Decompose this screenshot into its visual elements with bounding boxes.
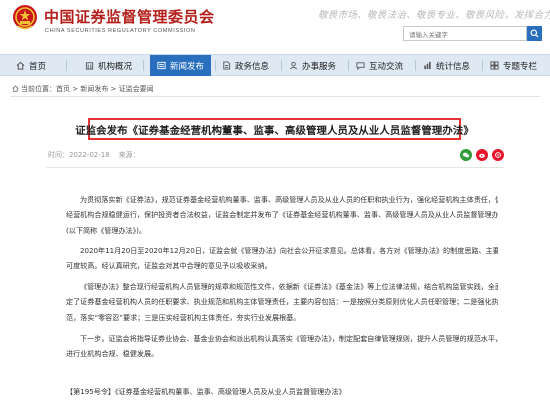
- article-date-text: 时间：2022-02-18: [48, 151, 110, 159]
- paragraph-line: 可度较高。经认真研究，证监会对其中合理的意见予以吸收采纳。: [66, 261, 272, 271]
- nav-label: 机构概况: [98, 61, 133, 72]
- divider: [46, 167, 504, 168]
- breadcrumb-path[interactable]: 首页 > 新闻发布 > 证监会要闻: [56, 85, 154, 93]
- article-paragraph: 下一步，证监会将指导证券业协会、基金业协会和派出机构认真落实《管理办法》，制定配…: [66, 331, 498, 362]
- home-icon: [16, 61, 25, 70]
- nav-item-government-info[interactable]: 政务信息: [222, 55, 269, 76]
- nav-label: 专题专栏: [503, 61, 538, 72]
- paragraph-line: 2020年11月20日至2020年12月20日，证监会就《管理办法》向社会公开征…: [80, 246, 498, 255]
- article-title: 证监会发布《证券基金经营机构董事、监事、高级管理人员及从业人员监督管理办法》: [75, 124, 474, 137]
- paragraph-line: (以下简称《管理办法》)。: [66, 225, 147, 235]
- nav-label: 互动交流: [369, 61, 404, 72]
- chat-icon: [356, 61, 365, 70]
- site-header: 中国证券监督管理委员会 CHINA SECURITIES REGULATORY …: [0, 0, 550, 54]
- main-nav: 首页 机构概况 新闻发布 政务信息 办事服务 互动交流 统计信息 专题专栏: [0, 54, 550, 76]
- breadcrumb-label: 当前位置：: [21, 85, 56, 93]
- nav-label: 办事服务: [302, 61, 337, 72]
- article-paragraph: 《管理办法》整合现行经营机构人员管理的规章和规范性文件，依据新《证券法》《基金法…: [66, 279, 498, 325]
- site-title[interactable]: 中国证券监督管理委员会: [44, 6, 215, 27]
- document-icon: [222, 61, 231, 70]
- wechat-share-icon[interactable]: [460, 149, 472, 161]
- search-input[interactable]: [403, 26, 527, 41]
- site-subtitle: CHINA SECURITIES REGULATORY COMMISSION: [45, 28, 196, 34]
- site-slogan: 敬畏市场、敬畏法治、敬畏专业、敬畏风险，发挥合力: [318, 10, 550, 21]
- article-title-box: 证监会发布《证券基金经营机构董事、监事、高级管理人员及从业人员监督管理办法》: [75, 118, 474, 140]
- nav-label: 政务信息: [235, 61, 270, 72]
- nav-label: 统计信息: [436, 61, 471, 72]
- national-emblem-icon[interactable]: [12, 4, 38, 32]
- decree-link[interactable]: 【第195号令】《证券基金经营机构董事、监事、高级管理人员及从业人员监督管理办法…: [66, 387, 346, 397]
- nav-item-statistics[interactable]: 统计信息: [423, 55, 470, 76]
- nav-item-services[interactable]: 办事服务: [289, 55, 336, 76]
- article-paragraph: 为贯彻落实新《证券法》，规范证券基金经营机构董事、监事、高级管理人员及从业人员的…: [66, 192, 498, 238]
- nav-item-institution[interactable]: 机构概况: [85, 55, 132, 76]
- paragraph-line: 为贯彻落实新《证券法》，规范证券基金经营机构董事、监事、高级管理人员及从业人员的…: [80, 195, 498, 204]
- nav-item-interaction[interactable]: 互动交流: [356, 55, 403, 76]
- topic-icon: [490, 61, 499, 70]
- news-icon: [157, 61, 166, 70]
- article-paragraph: 2020年11月20日至2020年12月20日，证监会就《管理办法》向社会公开征…: [66, 243, 498, 274]
- article-source: 来源：: [118, 151, 140, 159]
- search-icon: [530, 29, 539, 38]
- paragraph-line: 进行业机构合规、稳健发展。: [66, 349, 159, 359]
- stats-icon: [423, 61, 432, 70]
- location-icon: [12, 85, 19, 92]
- paragraph-line: 定了证券基金经营机构人员的任职要求、执业规范和机构主体管理责任，主要内容包括：一…: [66, 297, 498, 307]
- share-more-icon[interactable]: [492, 149, 504, 161]
- paragraph-line: 范，落实“零容忍”要求；三是压实经营机构主体责任，夯实行业发展根基。: [66, 312, 301, 322]
- search-button[interactable]: [527, 26, 542, 41]
- nav-item-home[interactable]: 首页: [16, 55, 46, 76]
- nav-label: 首页: [29, 61, 47, 72]
- nav-label: 新闻发布: [170, 61, 205, 72]
- building-icon: [85, 61, 94, 70]
- weibo-share-icon[interactable]: [476, 149, 488, 161]
- breadcrumb: 当前位置：首页 > 新闻发布 > 证监会要闻: [12, 84, 154, 94]
- divider: [10, 96, 540, 97]
- service-icon: [289, 61, 298, 70]
- nav-item-topics[interactable]: 专题专栏: [490, 55, 537, 76]
- nav-item-news[interactable]: 新闻发布: [150, 55, 212, 76]
- paragraph-line: 下一步，证监会将指导证券业协会、基金业协会和派出机构认真落实《管理办法》，制定配…: [80, 334, 498, 343]
- paragraph-line: 经营机构合规稳健运行，保护投资者合法权益，证监会制定并发布了《证券基金经营机构董…: [66, 210, 498, 220]
- article-date: 时间：2022-02-18 来源：: [48, 150, 140, 160]
- paragraph-line: 《管理办法》整合现行经营机构人员管理的规章和规范性文件，依据新《证券法》《基金法…: [80, 282, 498, 291]
